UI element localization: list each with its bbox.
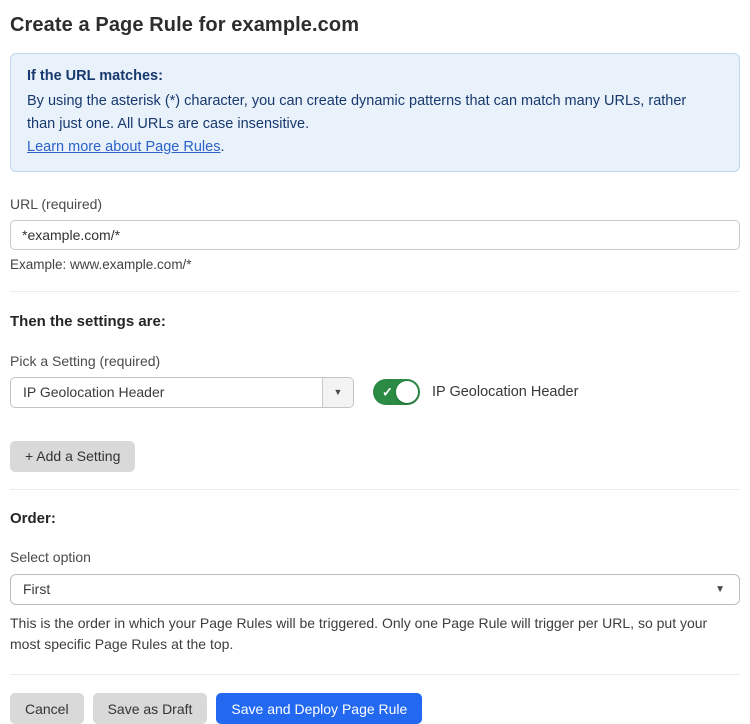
divider xyxy=(10,291,740,292)
save-as-draft-button[interactable]: Save as Draft xyxy=(93,693,208,724)
url-field-label: URL (required) xyxy=(10,196,740,212)
create-page-rule-form: Create a Page Rule for example.com If th… xyxy=(0,14,750,724)
setting-select-value: IP Geolocation Header xyxy=(11,378,322,407)
toggle-knob xyxy=(396,381,418,403)
divider xyxy=(10,674,740,675)
learn-more-link[interactable]: Learn more about Page Rules xyxy=(27,139,220,155)
url-example-helper: Example: www.example.com/* xyxy=(10,257,740,272)
chevron-down-icon: ▼ xyxy=(334,387,343,397)
footer-actions: Cancel Save as Draft Save and Deploy Pag… xyxy=(10,693,740,724)
url-input[interactable] xyxy=(10,220,740,250)
page-title: Create a Page Rule for example.com xyxy=(10,14,740,37)
select-option-label: Select option xyxy=(10,549,740,565)
divider xyxy=(10,489,740,490)
url-match-info-box: If the URL matches: By using the asteris… xyxy=(10,53,740,172)
add-setting-button[interactable]: + Add a Setting xyxy=(10,441,135,472)
setting-row: IP Geolocation Header ▼ ✓ IP Geolocation… xyxy=(10,377,740,408)
ip-geolocation-toggle[interactable]: ✓ xyxy=(373,379,420,405)
info-box-body: By using the asterisk (*) character, you… xyxy=(27,90,697,136)
link-suffix: . xyxy=(220,139,224,155)
info-box-heading: If the URL matches: xyxy=(27,65,723,88)
order-section-heading: Order: xyxy=(10,510,740,527)
info-box-link-line: Learn more about Page Rules. xyxy=(27,136,723,159)
save-and-deploy-button[interactable]: Save and Deploy Page Rule xyxy=(216,693,422,724)
cancel-button[interactable]: Cancel xyxy=(10,693,84,724)
check-icon: ✓ xyxy=(382,386,393,399)
order-select-value: First xyxy=(23,581,715,597)
settings-section-heading: Then the settings are: xyxy=(10,313,740,330)
toggle-label: IP Geolocation Header xyxy=(432,384,578,400)
chevron-down-icon: ▼ xyxy=(715,584,725,595)
order-helper-text: This is the order in which your Page Rul… xyxy=(10,613,740,656)
setting-select-arrow-button[interactable]: ▼ xyxy=(322,378,353,407)
pick-setting-label: Pick a Setting (required) xyxy=(10,353,740,369)
order-select[interactable]: First ▼ xyxy=(10,574,740,605)
setting-select[interactable]: IP Geolocation Header ▼ xyxy=(10,377,354,408)
